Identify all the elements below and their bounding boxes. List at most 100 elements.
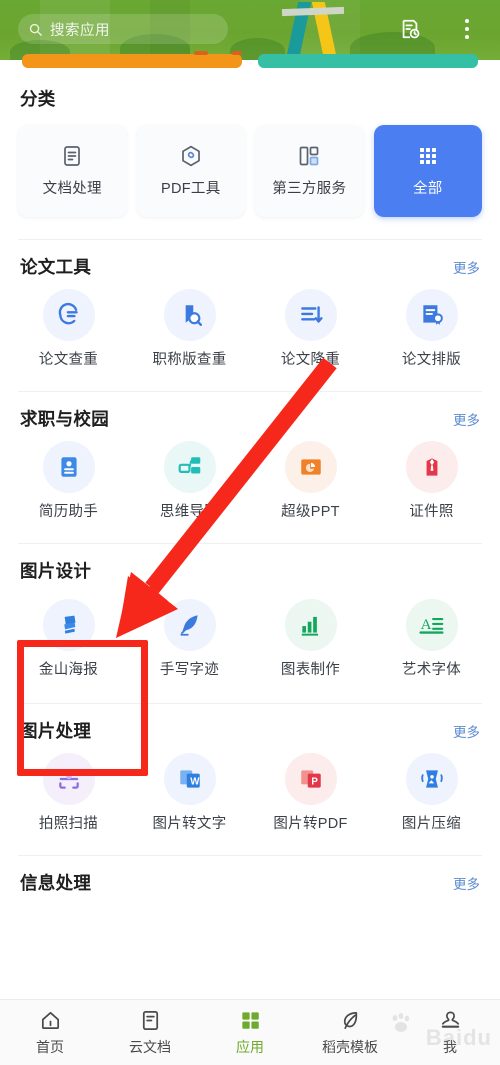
app-grid: 简历助手 思维导图 超级PPT 证件照 — [0, 441, 500, 521]
image-to-pdf-icon: P — [300, 770, 321, 788]
app-item-label: 金山海报 — [38, 662, 99, 678]
app-item-label: 图表制作 — [280, 662, 341, 678]
app-item-resume[interactable]: 简历助手 — [8, 441, 129, 521]
category-card-third-party[interactable]: 第三方服务 — [255, 125, 364, 217]
icon-container — [42, 753, 95, 805]
nav-item-label: 云文档 — [129, 1038, 171, 1055]
section-paper-tools: 论文工具 更多 论文查重 职称版查重 论文降重 论文排版 — [0, 239, 500, 369]
app-item-label: 超级PPT — [281, 504, 340, 520]
section-more-link[interactable]: 更多 — [453, 721, 480, 741]
svg-text:W: W — [190, 776, 200, 787]
section-title: 信息处理 — [20, 873, 92, 893]
section-more-link[interactable]: 更多 — [453, 257, 480, 277]
app-item-art-font[interactable]: A 艺术字体 — [371, 599, 492, 679]
icon-container — [42, 599, 95, 651]
id-card-icon — [60, 457, 77, 477]
nav-item-apps[interactable]: 应用 — [200, 1009, 300, 1057]
document-clock-icon — [402, 19, 420, 39]
cloud-document-icon — [142, 1010, 158, 1030]
bar-chart-icon — [301, 616, 318, 636]
promo-banner-card[interactable] — [258, 54, 478, 68]
app-item-id-photo[interactable]: 证件照 — [371, 441, 492, 521]
section-header-categories: 分类 — [0, 86, 500, 111]
section-header: 图片处理 更多 — [0, 718, 500, 743]
app-item-paper-layout[interactable]: 论文排版 — [371, 289, 492, 369]
section-header: 信息处理 更多 — [0, 870, 500, 895]
promo-banner-card[interactable] — [22, 51, 242, 68]
tower-illustration — [278, 0, 356, 60]
svg-text:P: P — [311, 776, 318, 787]
app-item-image-to-pdf[interactable]: P 图片转PDF — [250, 753, 371, 833]
app-header: 搜索应用 — [0, 0, 500, 60]
three-dot-menu-icon — [465, 19, 469, 39]
category-card-all[interactable]: 全部 — [373, 125, 482, 217]
app-item-super-ppt[interactable]: 超级PPT — [250, 441, 371, 521]
app-grid: 论文查重 职称版查重 论文降重 论文排版 — [0, 289, 500, 369]
more-menu-button[interactable] — [452, 14, 482, 44]
app-item-title-check[interactable]: 职称版查重 — [129, 289, 250, 369]
app-item-label: 艺术字体 — [401, 662, 462, 678]
section-header: 求职与校园 更多 — [0, 406, 500, 431]
app-item-handwriting[interactable]: 手写字迹 — [129, 599, 250, 679]
app-grid: 金山海报 手写字迹 图表制作 A 艺术字体 — [0, 599, 500, 679]
app-item-label: 图片压缩 — [401, 816, 462, 832]
section-more-link[interactable]: 更多 — [453, 409, 480, 429]
app-item-mindmap[interactable]: 思维导图 — [129, 441, 250, 521]
section-divider — [18, 391, 482, 392]
icon-container — [42, 441, 95, 493]
section-header: 论文工具 更多 — [0, 254, 500, 279]
category-card-label: PDF工具 — [161, 181, 221, 197]
icon-container: P — [284, 753, 337, 805]
app-item-label: 职称版查重 — [152, 352, 227, 368]
icon-container — [163, 289, 216, 341]
icon-container — [163, 441, 216, 493]
section-information-processing: 信息处理 更多 — [0, 855, 500, 895]
icon-container: W — [163, 753, 216, 805]
svg-text:A: A — [420, 616, 431, 633]
app-item-chart-maker[interactable]: 图表制作 — [250, 599, 371, 679]
nav-item-home[interactable]: 首页 — [0, 1009, 100, 1057]
app-item-image-compress[interactable]: 图片压缩 — [371, 753, 492, 833]
user-profile-icon — [441, 1010, 459, 1028]
category-card-label: 第三方服务 — [272, 181, 347, 197]
nav-item-profile[interactable]: 我 — [400, 1009, 500, 1057]
image-compress-icon — [420, 770, 443, 788]
app-item-image-to-text[interactable]: W 图片转文字 — [129, 753, 250, 833]
app-item-kingsoft-poster[interactable]: 金山海报 — [8, 599, 129, 679]
nav-item-label: 应用 — [236, 1038, 264, 1055]
paper-check-icon — [58, 302, 78, 325]
icon-container — [163, 599, 216, 651]
layout-panels-icon — [299, 146, 319, 166]
category-card-pdf[interactable]: PDF工具 — [136, 125, 245, 217]
app-item-paper-check[interactable]: 论文查重 — [8, 289, 129, 369]
section-more-link[interactable]: 更多 — [453, 873, 480, 893]
section-job-campus: 求职与校园 更多 简历助手 思维导图 超级PPT 证件照 — [0, 391, 500, 521]
category-card-label: 全部 — [412, 181, 443, 197]
nav-item-label: 稻壳模板 — [322, 1038, 378, 1055]
document-lines-icon — [64, 146, 81, 166]
category-card-label: 文档处理 — [42, 181, 102, 197]
book-search-icon — [180, 305, 202, 326]
image-to-word-icon: W — [179, 770, 200, 788]
app-grid: 拍照扫描 W 图片转文字 P 图片转PDF 图片压缩 — [0, 753, 500, 833]
section-image-design: 图片设计 金山海报 手写字迹 图表制作 A 艺术字体 — [0, 543, 500, 679]
feather-pen-icon — [179, 615, 198, 636]
search-input[interactable]: 搜索应用 — [18, 14, 228, 44]
icon-container — [284, 289, 337, 341]
app-item-label: 证件照 — [409, 504, 454, 520]
icon-container — [405, 753, 458, 805]
app-item-label: 论文查重 — [38, 352, 99, 368]
mindmap-nodes-icon — [178, 457, 200, 474]
category-card-row: 文档处理 PDF工具 第三方服务 全部 — [0, 125, 500, 217]
nav-item-cloud-docs[interactable]: 云文档 — [100, 1009, 200, 1057]
icon-container — [42, 289, 95, 341]
leaf-template-icon — [343, 1011, 357, 1029]
app-item-photo-scan[interactable]: 拍照扫描 — [8, 753, 129, 833]
app-item-label: 论文排版 — [401, 352, 462, 368]
section-header: 图片设计 — [0, 558, 500, 583]
nav-item-templates[interactable]: 稻壳模板 — [300, 1009, 400, 1057]
history-button[interactable] — [395, 14, 425, 44]
app-item-paper-reduce[interactable]: 论文降重 — [250, 289, 371, 369]
category-card-document[interactable]: 文档处理 — [18, 125, 127, 217]
bottom-navigation: 首页 云文档 应用 稻壳模板 我 Baidu — [0, 999, 500, 1065]
